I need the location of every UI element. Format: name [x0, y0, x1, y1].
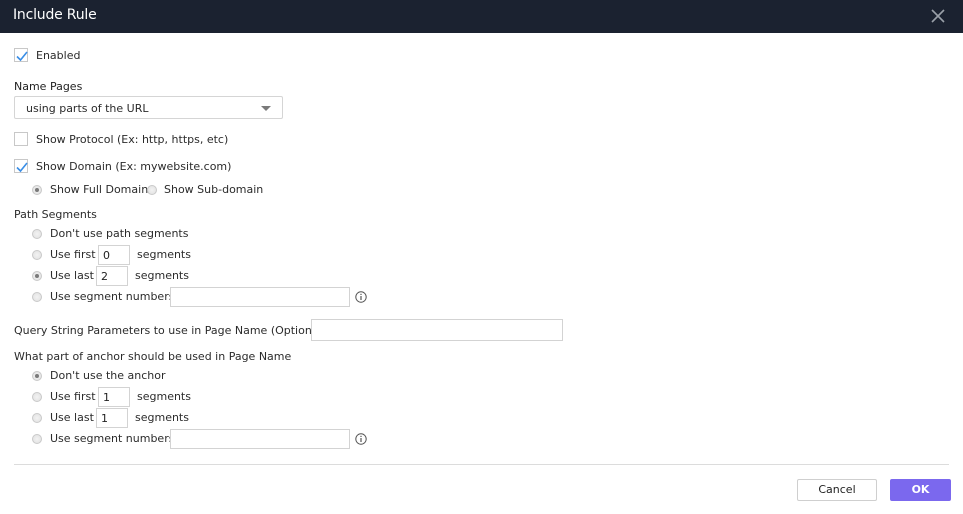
anchor-label: What part of anchor should be used in Pa… — [14, 350, 292, 363]
path-last-suffix: segments — [135, 269, 189, 282]
enabled-checkbox[interactable] — [14, 48, 28, 62]
name-pages-label: Name Pages — [14, 80, 83, 93]
show-full-domain-radio[interactable] — [32, 185, 42, 195]
checkmark-icon — [16, 162, 28, 173]
close-icon — [931, 9, 945, 23]
dialog-header: Include Rule — [0, 0, 963, 33]
name-pages-select[interactable]: using parts of the URL — [14, 96, 283, 119]
anchor-dont-use-radio[interactable] — [32, 371, 42, 381]
path-segment-numbers-radio[interactable] — [32, 292, 42, 302]
query-string-label: Query String Parameters to use in Page N… — [14, 324, 326, 337]
info-icon — [355, 291, 367, 303]
show-full-domain-label: Show Full Domain — [50, 183, 149, 196]
anchor-segment-numbers-radio[interactable] — [32, 434, 42, 444]
show-sub-domain-label: Show Sub-domain — [164, 183, 264, 196]
show-domain-label: Show Domain (Ex: mywebsite.com) — [36, 160, 232, 173]
show-protocol-label: Show Protocol (Ex: http, https, etc) — [36, 133, 229, 146]
show-protocol-checkbox[interactable] — [14, 132, 28, 146]
checkmark-icon — [16, 51, 28, 62]
path-use-last-label: Use last — [50, 269, 94, 282]
path-dont-use-label: Don't use path segments — [50, 227, 189, 240]
query-string-input[interactable] — [311, 319, 563, 341]
path-last-count-input[interactable] — [96, 266, 128, 286]
show-sub-domain-radio[interactable] — [147, 185, 157, 195]
close-button[interactable] — [928, 6, 948, 26]
path-use-first-radio[interactable] — [32, 250, 42, 260]
anchor-first-suffix: segments — [137, 390, 191, 403]
enabled-label: Enabled — [36, 49, 81, 62]
cancel-button[interactable]: Cancel — [797, 479, 877, 501]
dialog-title: Include Rule — [13, 7, 97, 23]
anchor-dont-use-label: Don't use the anchor — [50, 369, 166, 382]
path-first-count-input[interactable] — [98, 245, 130, 265]
path-segment-numbers-label: Use segment numbers — [50, 290, 175, 303]
anchor-use-last-label: Use last — [50, 411, 94, 424]
path-use-first-label: Use first — [50, 248, 96, 261]
path-info-button[interactable] — [355, 291, 367, 303]
info-icon — [355, 433, 367, 445]
anchor-use-first-label: Use first — [50, 390, 96, 403]
anchor-segment-numbers-input[interactable] — [170, 429, 350, 449]
chevron-down-icon — [261, 106, 271, 111]
path-segment-numbers-input[interactable] — [170, 287, 350, 307]
name-pages-value: using parts of the URL — [26, 102, 149, 115]
path-first-suffix: segments — [137, 248, 191, 261]
anchor-use-last-radio[interactable] — [32, 413, 42, 423]
anchor-last-suffix: segments — [135, 411, 189, 424]
anchor-last-count-input[interactable] — [96, 408, 128, 428]
footer-divider — [14, 464, 949, 465]
path-dont-use-radio[interactable] — [32, 229, 42, 239]
show-domain-checkbox[interactable] — [14, 159, 28, 173]
anchor-use-first-radio[interactable] — [32, 392, 42, 402]
anchor-first-count-input[interactable] — [98, 387, 130, 407]
ok-button[interactable]: OK — [890, 479, 951, 501]
anchor-segment-numbers-label: Use segment numbers — [50, 432, 175, 445]
path-use-last-radio[interactable] — [32, 271, 42, 281]
path-segments-label: Path Segments — [14, 208, 97, 221]
anchor-info-button[interactable] — [355, 433, 367, 445]
